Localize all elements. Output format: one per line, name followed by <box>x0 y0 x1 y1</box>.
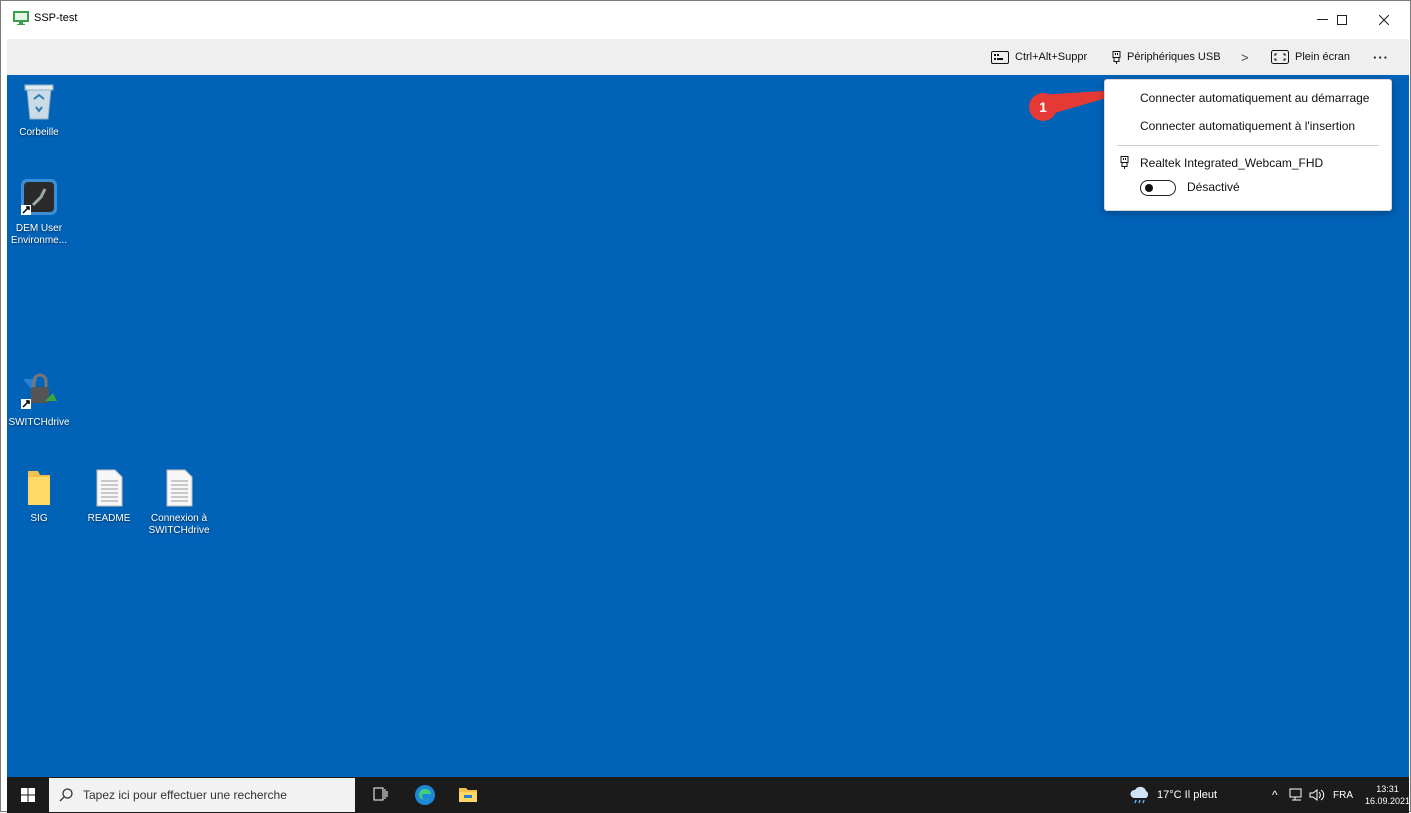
sig-label: SIG <box>30 513 48 524</box>
show-hidden-icons-chevron-icon[interactable]: ^ <box>1272 777 1278 813</box>
switchdrive-icon <box>21 373 57 409</box>
dem-user-environment-icon <box>21 179 57 215</box>
keyboard-icon <box>991 50 1009 64</box>
input-language[interactable]: FRA <box>1333 777 1353 813</box>
desktop-icon-switchdrive[interactable]: SWITCHdrive <box>3 371 75 429</box>
maximize-button[interactable] <box>1319 1 1365 39</box>
maximize-icon <box>1337 15 1347 25</box>
connexion-label: Connexion à SWITCHdrive <box>148 513 210 536</box>
close-icon <box>1379 15 1389 25</box>
webcam-connect-toggle[interactable] <box>1140 180 1176 196</box>
remote-session-window: SSP-test Ctrl+Alt+Suppr Périphériques US… <box>0 0 1411 813</box>
callout-number: 1 <box>1039 99 1047 115</box>
more-options-button[interactable]: ··· <box>1373 39 1389 75</box>
edge-browser-button[interactable] <box>414 784 436 811</box>
network-monitor-icon <box>1289 788 1302 801</box>
start-button[interactable] <box>7 777 49 813</box>
network-icon[interactable] <box>1289 777 1305 813</box>
recycle-bin-icon <box>24 84 54 120</box>
window-title: SSP-test <box>34 12 78 24</box>
chevron-right-icon[interactable]: > <box>1241 39 1249 75</box>
dem-user-label: DEM User Environme... <box>10 223 68 246</box>
search-placeholder: Tapez ici pour effectuer une recherche <box>83 788 287 802</box>
weather-text: 17°C Il pleut <box>1157 789 1218 801</box>
search-icon <box>59 788 73 802</box>
file-explorer-button[interactable] <box>458 786 478 809</box>
desktop-icon-recycle-bin[interactable]: Corbeille <box>3 83 75 139</box>
task-view-icon <box>373 787 388 801</box>
text-file-icon <box>166 469 193 507</box>
task-view-button[interactable] <box>373 786 389 807</box>
rain-cloud-icon <box>1130 786 1149 804</box>
close-button[interactable] <box>1361 1 1407 39</box>
edge-icon <box>415 785 435 805</box>
desktop-icon-readme[interactable]: README <box>73 469 145 525</box>
usb-devices-menu: Connecter automatiquement au démarrage C… <box>1104 79 1392 211</box>
weather-widget[interactable]: 17°C Il pleut <box>1129 777 1217 813</box>
folder-icon <box>28 471 50 505</box>
auto-connect-insert-item[interactable]: Connecter automatiquement à l'insertion <box>1140 119 1355 133</box>
title-bar: SSP-test <box>1 1 1410 39</box>
text-file-icon <box>96 469 123 507</box>
taskbar: Tapez ici pour effectuer une recherche 1… <box>7 777 1410 813</box>
toggle-state-label: Désactivé <box>1187 180 1240 194</box>
fullscreen-icon <box>1271 50 1289 64</box>
volume-icon[interactable] <box>1309 777 1325 813</box>
desktop-icon-connexion-switchdrive[interactable]: Connexion à SWITCHdrive <box>143 469 215 537</box>
usb-devices-label: Périphériques USB <box>1127 51 1221 63</box>
ctrl-alt-del-button[interactable]: Ctrl+Alt+Suppr <box>991 39 1087 75</box>
usb-plug-icon <box>1112 50 1121 64</box>
usb-device-name: Realtek Integrated_Webcam_FHD <box>1140 156 1324 170</box>
windows-logo-icon <box>21 788 35 802</box>
ctrl-alt-del-label: Ctrl+Alt+Suppr <box>1015 51 1088 63</box>
usb-plug-icon <box>1120 156 1129 169</box>
switchdrive-label: SWITCHdrive <box>8 417 70 428</box>
file-explorer-icon <box>459 788 477 802</box>
recycle-bin-label: Corbeille <box>19 127 59 138</box>
fullscreen-button[interactable]: Plein écran <box>1271 39 1350 75</box>
speaker-icon <box>1309 789 1325 801</box>
readme-label: README <box>87 513 131 524</box>
clock-date: 16.09.2021 <box>1365 796 1411 806</box>
taskbar-search-box[interactable]: Tapez ici pour effectuer une recherche <box>49 778 355 812</box>
fullscreen-label: Plein écran <box>1295 51 1351 63</box>
auto-connect-startup-item[interactable]: Connecter automatiquement au démarrage <box>1140 91 1369 105</box>
remote-desktop-icon <box>13 11 29 25</box>
toggle-knob <box>1145 184 1153 192</box>
menu-divider <box>1117 145 1379 146</box>
session-toolbar: Ctrl+Alt+Suppr Périphériques USB > Plein… <box>7 39 1409 75</box>
desktop-icon-sig-folder[interactable]: SIG <box>3 469 75 525</box>
clock-time: 13:31 <box>1376 784 1399 794</box>
usb-devices-button[interactable]: Périphériques USB <box>1112 39 1221 75</box>
desktop-icon-dem-user[interactable]: DEM User Environme... <box>3 177 75 247</box>
clock[interactable]: 13:31 16.09.2021 <box>1365 777 1410 813</box>
